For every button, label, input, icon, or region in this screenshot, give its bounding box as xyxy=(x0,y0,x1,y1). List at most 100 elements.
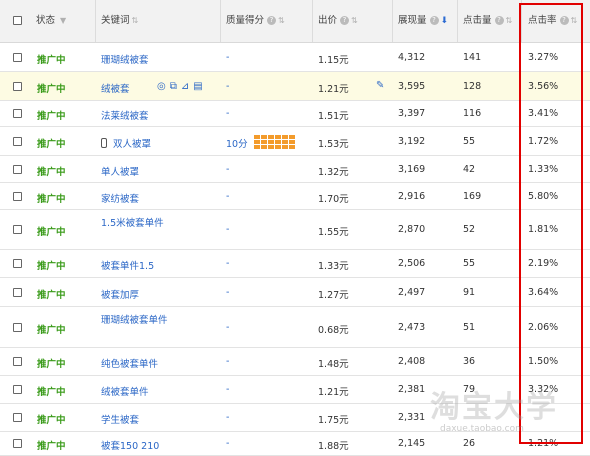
row-checkbox[interactable] xyxy=(13,82,22,91)
header-clicks[interactable]: 点击量? ⇅ xyxy=(463,0,512,42)
target-icon[interactable]: ◎ xyxy=(157,81,166,92)
status-label: 推广中 xyxy=(37,359,66,370)
keyword-link[interactable]: 被套单件1.5 xyxy=(101,258,154,272)
impressions-value: 4,312 xyxy=(398,52,426,63)
bid-value[interactable]: 1.70元 xyxy=(318,191,349,205)
row-checkbox[interactable] xyxy=(13,439,22,448)
row-checkbox[interactable] xyxy=(13,288,22,297)
row-checkbox[interactable] xyxy=(13,137,22,146)
table-row[interactable]: 推广中 单人被罩 - 1.32元 3,169 42 1.33% xyxy=(0,156,590,183)
chart-icon[interactable]: ⊿ xyxy=(181,81,189,92)
bid-value[interactable]: 1.51元 xyxy=(318,108,349,122)
bid-value[interactable]: 1.53元 xyxy=(318,136,349,150)
keyword-link[interactable]: 珊瑚绒被套单件 xyxy=(101,313,169,328)
keyword-link[interactable]: 绒被套单件 xyxy=(101,384,149,398)
bid-value[interactable]: 1.15元 xyxy=(318,52,349,66)
impressions-value: 2,408 xyxy=(398,356,426,367)
table-row[interactable]: 推广中 珊瑚绒被套单件 - 0.68元 2,473 51 2.06% xyxy=(0,307,590,348)
clicks-value: 42 xyxy=(463,164,476,175)
copy-icon[interactable]: ⧉ xyxy=(170,81,177,92)
bid-value[interactable]: 1.48元 xyxy=(318,356,349,370)
keyword-link[interactable]: 被套加厚 xyxy=(101,287,139,301)
row-checkbox[interactable] xyxy=(13,225,22,234)
impressions-value: 2,870 xyxy=(398,224,426,235)
header-keyword[interactable]: 关键词 ⇅ xyxy=(101,0,138,42)
quality-score[interactable]: 10分 xyxy=(226,136,248,150)
bid-value[interactable]: 1.21元 xyxy=(318,81,349,95)
help-icon: ? xyxy=(429,16,439,25)
bid-value[interactable]: 1.33元 xyxy=(318,258,349,272)
ctr-value: 2.06% xyxy=(528,322,559,333)
row-checkbox[interactable] xyxy=(13,357,22,366)
status-label: 推广中 xyxy=(37,441,66,452)
sort-icon: ⇅ xyxy=(505,16,513,25)
keyword-link[interactable]: 单人被罩 xyxy=(101,164,139,178)
ctr-value: 3.32% xyxy=(528,384,559,395)
edit-icon[interactable]: ✎ xyxy=(376,80,384,91)
row-checkbox[interactable] xyxy=(13,259,22,268)
table-row[interactable]: 推广中 被套单件1.5 - 1.33元 2,506 55 2.19% xyxy=(0,250,590,278)
keyword-text: 双人被罩 xyxy=(113,139,152,150)
ctr-value: 1.81% xyxy=(528,224,559,235)
impressions-value: 3,397 xyxy=(398,108,426,119)
keyword-text: 绒被套 xyxy=(101,84,130,95)
clicks-value: 51 xyxy=(463,322,476,333)
keyword-link[interactable]: 1.5米被套单件 xyxy=(101,216,169,231)
select-all-checkbox[interactable] xyxy=(13,16,22,25)
bid-value[interactable]: 1.32元 xyxy=(318,164,349,178)
header-impressions[interactable]: 展现量? ⬇ xyxy=(398,0,448,42)
impressions-value: 3,595 xyxy=(398,81,426,92)
header-bid[interactable]: 出价? ⇅ xyxy=(318,0,358,42)
clicks-value: 55 xyxy=(463,136,476,147)
keyword-text: 绒被套单件 xyxy=(101,387,149,398)
trash-icon[interactable]: ▤ xyxy=(193,81,202,92)
table-row[interactable]: 推广中 双人被罩 10分 1.53元 3,192 55 1.72% xyxy=(0,127,590,156)
bid-value[interactable]: 1.88元 xyxy=(318,438,349,452)
row-checkbox[interactable] xyxy=(13,53,22,62)
keyword-text: 法莱绒被套 xyxy=(101,111,149,122)
table-row[interactable]: 推广中 1.5米被套单件 - 1.55元 2,870 52 1.81% xyxy=(0,210,590,250)
table-row[interactable]: 推广中 家纺被套 - 1.70元 2,916 169 5.80% xyxy=(0,183,590,210)
keyword-link[interactable]: 学生被套 xyxy=(101,412,139,426)
table-row[interactable]: 推广中 被套加厚 - 1.27元 2,497 91 3.64% xyxy=(0,278,590,307)
keyword-text: 单人被罩 xyxy=(101,167,140,178)
row-checkbox[interactable] xyxy=(13,413,22,422)
header-ctr[interactable]: 点击率? ⇅ xyxy=(528,0,577,42)
row-checkbox[interactable] xyxy=(13,323,22,332)
impressions-value: 2,381 xyxy=(398,384,426,395)
row-checkbox[interactable] xyxy=(13,165,22,174)
keyword-link[interactable]: 法莱绒被套 xyxy=(101,108,149,122)
table-row[interactable]: 推广中 珊瑚绒被套 - 1.15元 4,312 141 3.27% xyxy=(0,43,590,72)
clicks-value: 141 xyxy=(463,52,482,63)
help-icon: ? xyxy=(340,16,350,25)
quality-score: - xyxy=(226,224,230,235)
bid-value[interactable]: 1.75元 xyxy=(318,412,349,426)
table-row[interactable]: 推广中 学生被套 - 1.75元 2,331 xyxy=(0,404,590,432)
row-checkbox[interactable] xyxy=(13,192,22,201)
table-row[interactable]: 推广中 绒被套 ◎ ⧉ ⊿ ▤ - 1.21元 ✎ 3,595 128 3.56% xyxy=(0,72,590,101)
clicks-value: 36 xyxy=(463,356,476,367)
table-row[interactable]: 推广中 绒被套单件 - 1.21元 2,381 79 3.32% xyxy=(0,376,590,404)
keyword-link[interactable]: 绒被套 xyxy=(101,81,130,95)
row-actions: ◎ ⧉ ⊿ ▤ xyxy=(157,81,207,92)
ctr-value: 1.72% xyxy=(528,136,559,147)
table-row[interactable]: 推广中 纯色被套单件 - 1.48元 2,408 36 1.50% xyxy=(0,348,590,376)
bid-value[interactable]: 0.68元 xyxy=(318,322,349,336)
bid-value[interactable]: 1.27元 xyxy=(318,287,349,301)
bid-value[interactable]: 1.55元 xyxy=(318,224,349,238)
status-label: 推广中 xyxy=(37,325,66,336)
keyword-link[interactable]: 被套150 210 xyxy=(101,438,159,452)
clicks-value: 128 xyxy=(463,81,482,92)
bid-value[interactable]: 1.21元 xyxy=(318,384,349,398)
row-checkbox[interactable] xyxy=(13,109,22,118)
keyword-link[interactable]: 家纺被套 xyxy=(101,191,139,205)
keyword-link[interactable]: 双人被罩 xyxy=(101,136,151,150)
keyword-link[interactable]: 珊瑚绒被套 xyxy=(101,52,149,66)
header-status[interactable]: 状态 ▼ xyxy=(36,0,66,42)
row-checkbox[interactable] xyxy=(13,385,22,394)
keyword-link[interactable]: 纯色被套单件 xyxy=(101,356,158,370)
quality-score: - xyxy=(226,356,230,367)
table-row[interactable]: 推广中 法莱绒被套 - 1.51元 3,397 116 3.41% xyxy=(0,101,590,127)
header-quality[interactable]: 质量得分? ⇅ xyxy=(226,0,285,42)
table-row[interactable]: 推广中 被套150 210 - 1.88元 2,145 26 1.21% xyxy=(0,432,590,456)
